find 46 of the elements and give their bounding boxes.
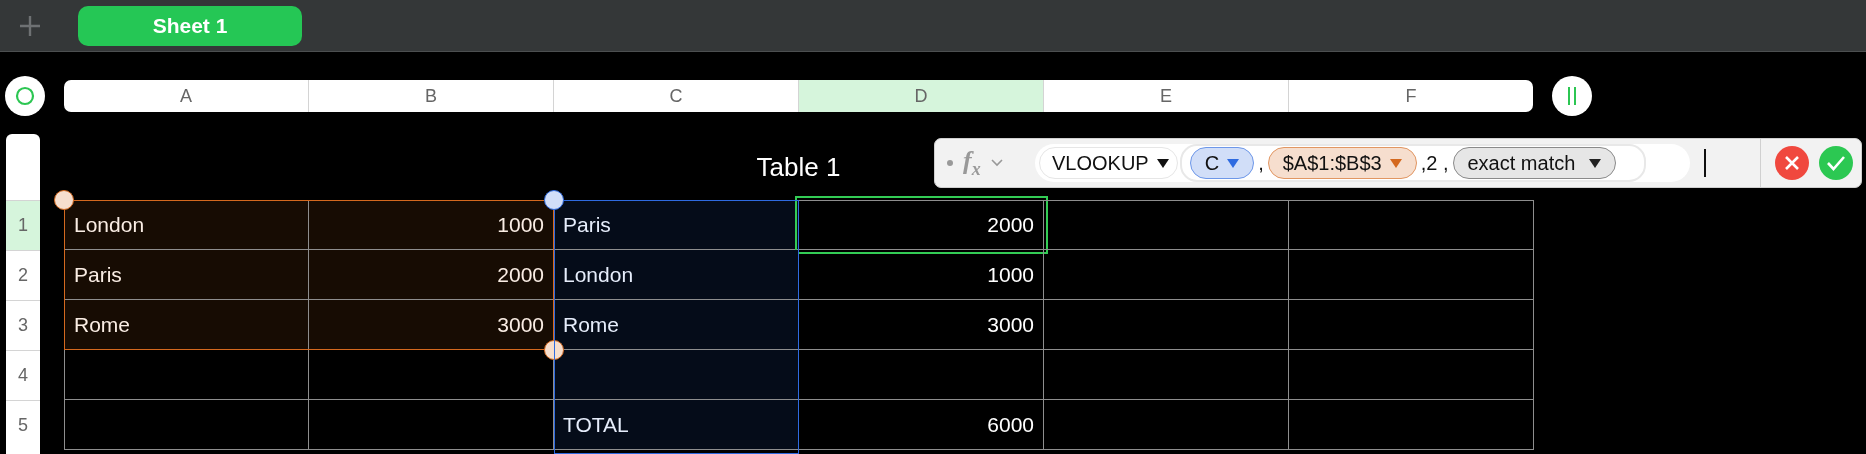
function-token[interactable]: VLOOKUP bbox=[1039, 147, 1178, 179]
row-header[interactable]: 2 bbox=[6, 250, 40, 300]
dot-icon bbox=[947, 160, 953, 166]
table-cell: 6000 bbox=[799, 400, 1044, 450]
text-cursor bbox=[1704, 149, 1706, 177]
check-icon bbox=[1826, 155, 1846, 171]
table-title: Table 1 bbox=[756, 151, 841, 183]
table-cell: Paris bbox=[64, 250, 309, 300]
reference-token[interactable]: $A$1:$B$3 bbox=[1267, 147, 1417, 179]
table-cell: Paris bbox=[554, 200, 799, 250]
row-header[interactable]: 1 bbox=[6, 200, 40, 250]
table-cell: 3000 bbox=[799, 300, 1044, 350]
row-header[interactable]: 3 bbox=[6, 300, 40, 350]
table-cell: 3000 bbox=[309, 300, 554, 350]
table-cell: Rome bbox=[64, 300, 309, 350]
cancel-button[interactable] bbox=[1775, 146, 1809, 180]
selection-handle[interactable] bbox=[544, 190, 564, 210]
bars-icon bbox=[1566, 85, 1578, 107]
table-cell: 1000 bbox=[309, 200, 554, 250]
table-cell: 2000 bbox=[309, 250, 554, 300]
ring-icon bbox=[15, 86, 35, 106]
formula-text: ,2 , bbox=[1419, 151, 1450, 175]
table-cell: 1000 bbox=[799, 250, 1044, 300]
close-icon bbox=[1784, 155, 1800, 171]
table-cell: London bbox=[64, 200, 309, 250]
caret-icon bbox=[1589, 158, 1602, 168]
table-cell: London bbox=[554, 250, 799, 300]
plus-icon[interactable] bbox=[19, 14, 41, 37]
formula-text: , bbox=[1257, 151, 1265, 175]
caret-icon bbox=[1156, 158, 1169, 168]
column-header[interactable]: D bbox=[798, 80, 1043, 112]
table-cell: Rome bbox=[554, 300, 799, 350]
bars-button[interactable] bbox=[1552, 76, 1592, 116]
column-header[interactable]: F bbox=[1288, 80, 1533, 112]
option-token[interactable]: exact match bbox=[1452, 147, 1617, 179]
row-header[interactable]: 5 bbox=[6, 400, 40, 450]
chevron-icon[interactable] bbox=[990, 159, 1003, 167]
column-header[interactable]: A bbox=[64, 80, 308, 112]
table-cell: TOTAL bbox=[554, 400, 799, 450]
row-header[interactable]: 4 bbox=[6, 350, 40, 400]
ring-button[interactable] bbox=[5, 76, 45, 116]
column-header[interactable]: B bbox=[308, 80, 553, 112]
selection-handle[interactable] bbox=[54, 190, 74, 210]
column-header[interactable]: E bbox=[1043, 80, 1288, 112]
reference-token[interactable]: C bbox=[1189, 147, 1255, 179]
formula-field[interactable]: VLOOKUP C , $A$1:$B$3 ,2 , exact match bbox=[1035, 144, 1690, 182]
